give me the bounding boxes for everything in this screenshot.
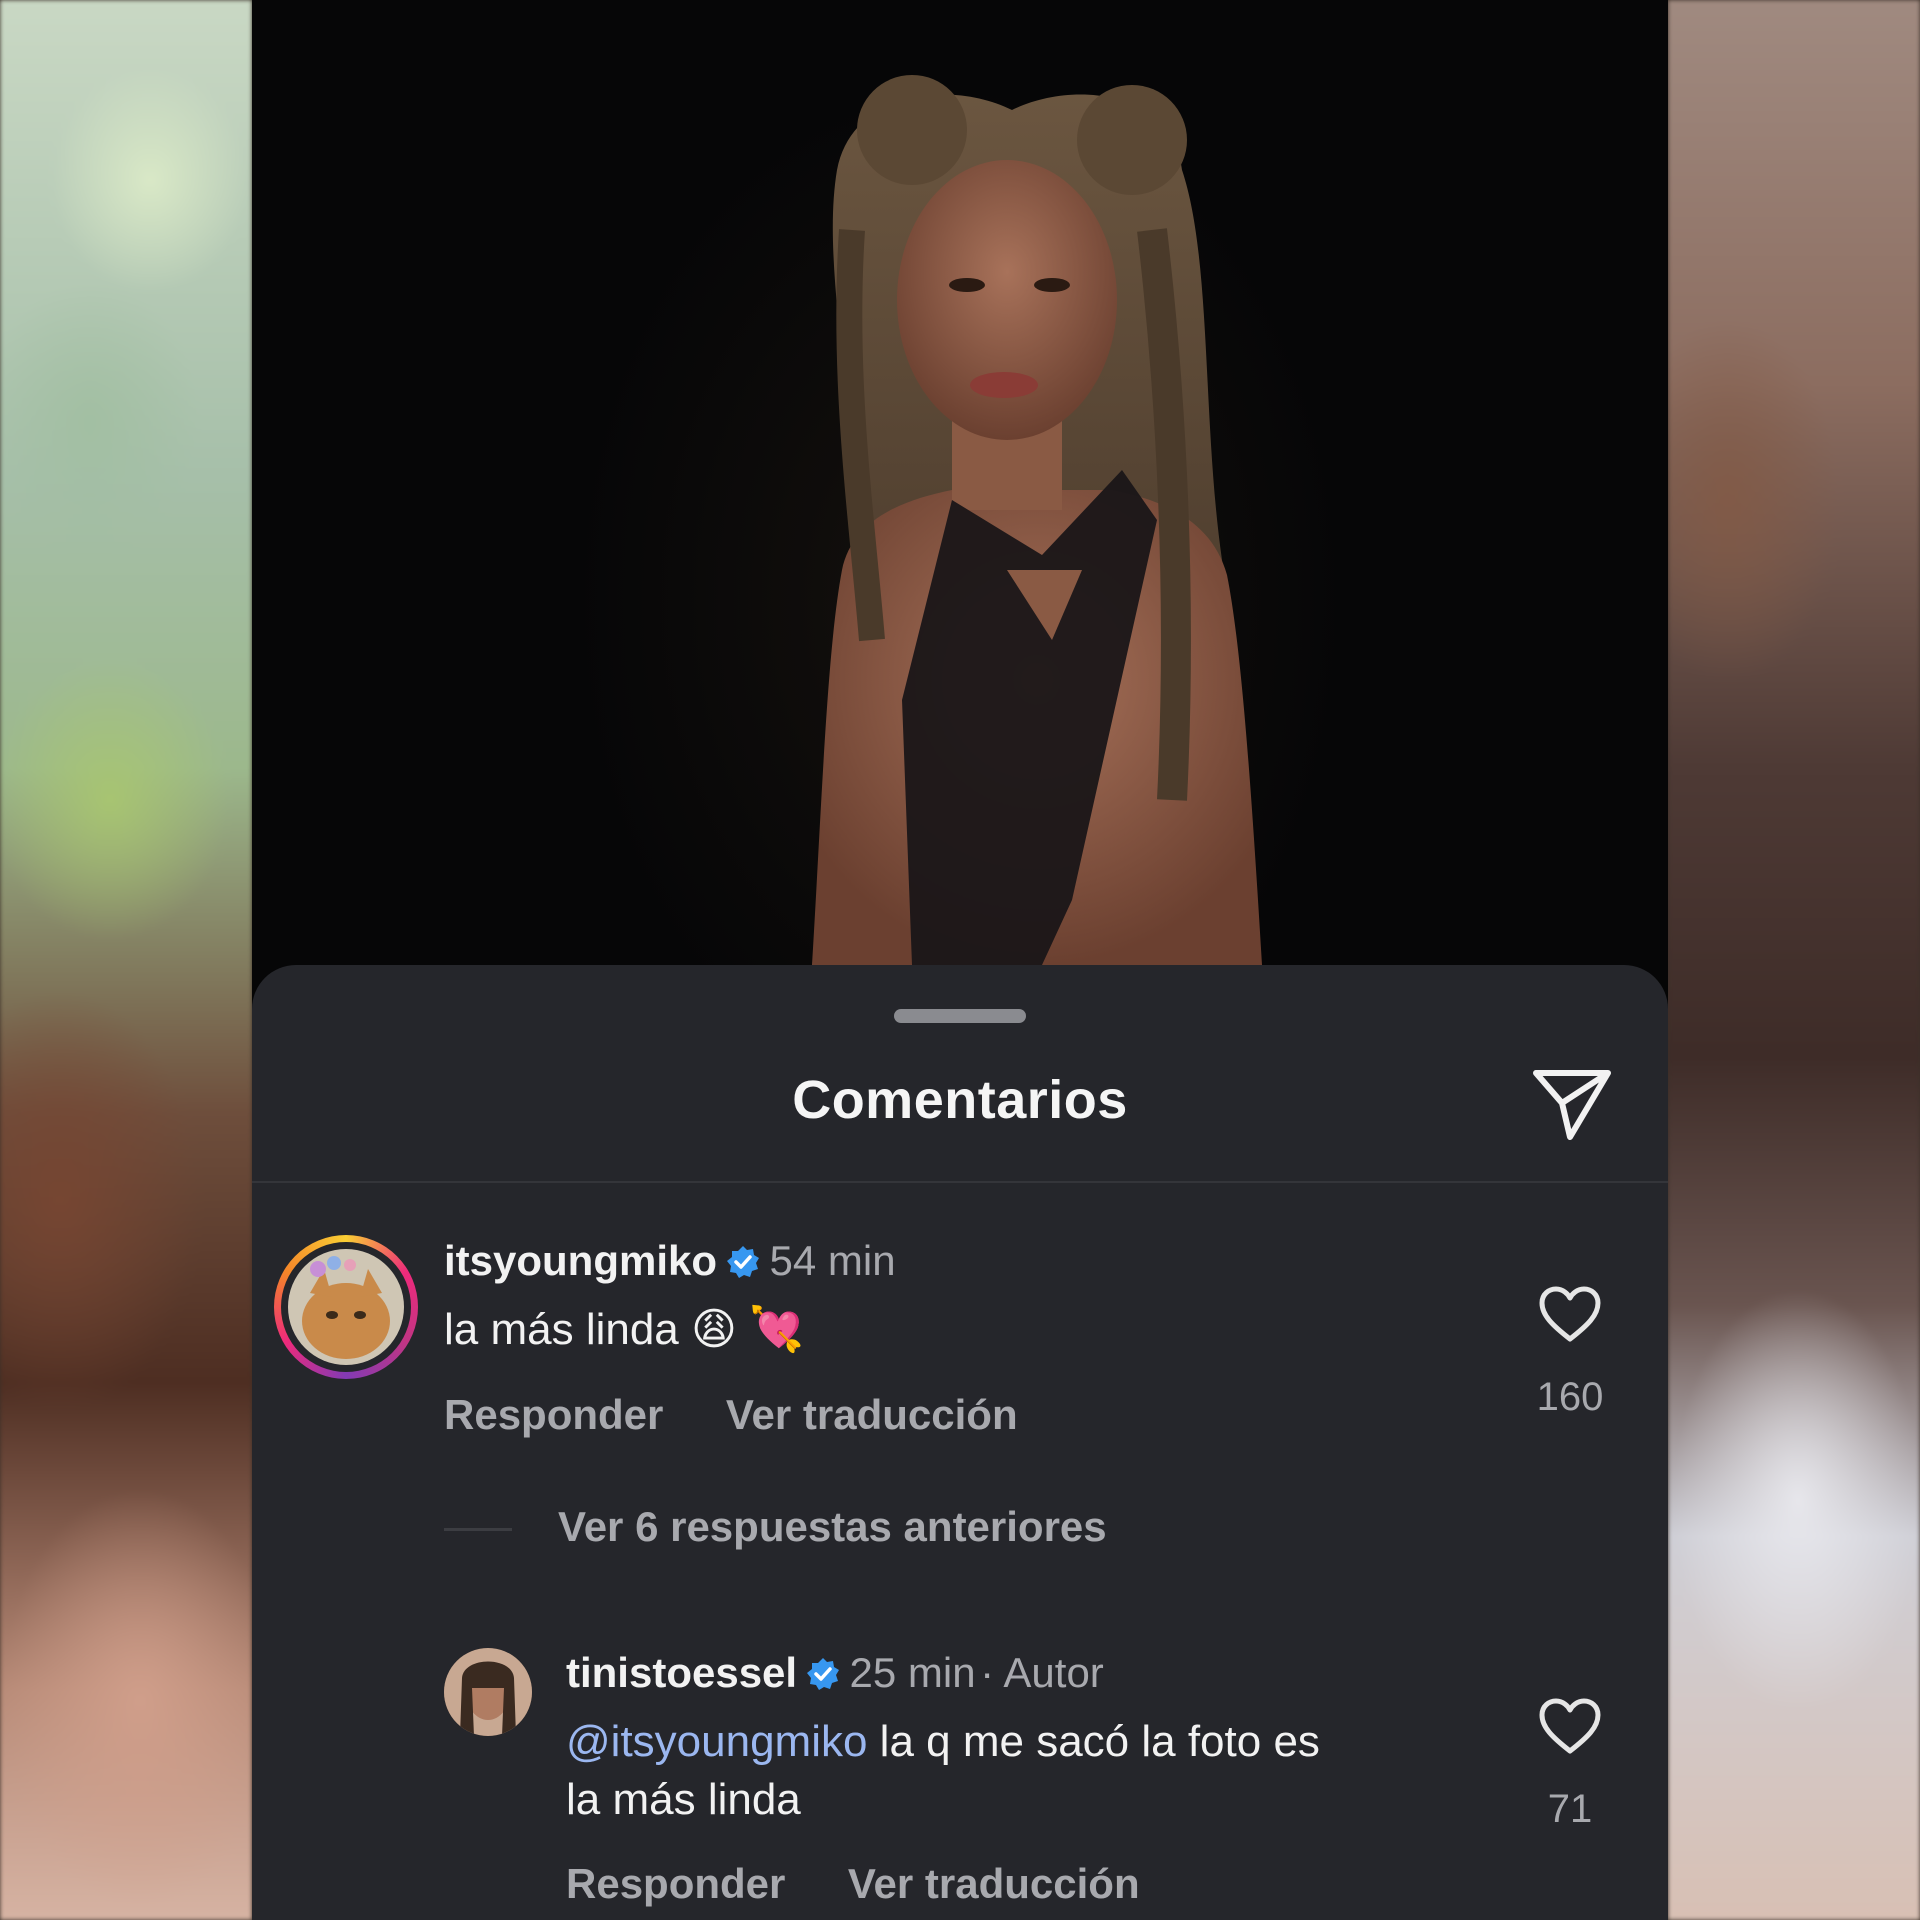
reply-button[interactable]: Responder <box>566 1860 785 1907</box>
blurred-background-right <box>1668 0 1920 1920</box>
comment-header: itsyoungmiko 54 min <box>444 1237 896 1285</box>
like-count: 160 <box>1536 1375 1604 1419</box>
avatar[interactable] <box>444 1648 532 1736</box>
comment-time: 25 min <box>849 1649 976 1696</box>
author-tag: · Autor <box>980 1649 1104 1696</box>
comment-username[interactable]: itsyoungmiko <box>444 1237 717 1284</box>
heart-icon[interactable] <box>1538 1697 1602 1757</box>
post-photo[interactable] <box>252 0 1668 980</box>
replies-divider <box>444 1528 512 1531</box>
blurred-background-left <box>0 0 252 1920</box>
comment-actions: Responder Ver traducción <box>444 1391 1018 1439</box>
comment-text-line-2: la más linda <box>566 1775 801 1824</box>
comment-actions: Responder Ver traducción <box>566 1860 1140 1908</box>
sheet-title: Comentarios <box>792 1070 1128 1130</box>
story-ring[interactable] <box>274 1235 418 1379</box>
phone-screen: Comentarios itsyoungmiko 54 min la más l… <box>252 0 1668 1920</box>
comment-text-line-1: @itsyoungmiko la q me sacó la foto es <box>566 1713 1320 1771</box>
comment-text: la más linda 😩 💘 <box>444 1305 804 1354</box>
reply-button[interactable]: Responder <box>444 1391 663 1438</box>
like-count: 71 <box>1547 1787 1593 1831</box>
view-replies-button[interactable]: Ver 6 respuestas anteriores <box>558 1503 1107 1551</box>
comment-text: la q me sacó la foto es <box>867 1717 1320 1766</box>
comment-username[interactable]: tinistoessel <box>566 1649 797 1696</box>
comment-time: 54 min <box>769 1237 896 1284</box>
comments-sheet: Comentarios itsyoungmiko 54 min la más l… <box>252 965 1668 1920</box>
person-silhouette <box>812 75 1262 965</box>
header-divider <box>252 1181 1668 1183</box>
verified-badge-icon <box>807 1658 840 1690</box>
send-icon[interactable] <box>1530 1065 1614 1145</box>
verified-badge-icon <box>727 1246 760 1278</box>
mention-link[interactable]: @itsyoungmiko <box>566 1717 867 1766</box>
drag-handle[interactable] <box>894 1009 1026 1023</box>
comment-header: tinistoessel 25 min · Autor <box>566 1649 1104 1697</box>
translate-button[interactable]: Ver traducción <box>726 1391 1018 1438</box>
translate-button[interactable]: Ver traducción <box>848 1860 1140 1907</box>
heart-icon[interactable] <box>1538 1285 1602 1345</box>
avatar <box>288 1249 404 1365</box>
